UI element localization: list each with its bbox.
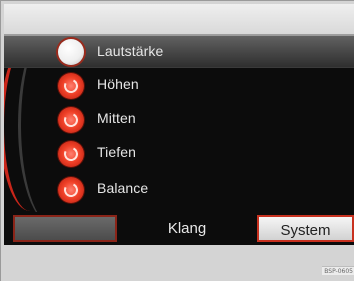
tab-system[interactable]: System xyxy=(257,215,354,242)
tab-klang[interactable]: Klang xyxy=(124,215,250,242)
menu-item-label: Tiefen xyxy=(97,144,136,160)
menu-item-label: Lautstärke xyxy=(97,43,164,59)
menu-item-label: Balance xyxy=(97,180,149,196)
knob-icon xyxy=(58,39,84,65)
knob-icon xyxy=(58,107,84,133)
menu-item-label: Mitten xyxy=(97,110,136,126)
menu-item-balance[interactable]: Balance xyxy=(4,173,354,206)
top-status-bar xyxy=(4,4,354,35)
footer-frame xyxy=(4,245,354,281)
radio-screen: Lautstärke Höhen Mitten Tiefen Balance K… xyxy=(0,0,354,281)
menu-item-label: Höhen xyxy=(97,76,139,92)
menu-item-hoehen[interactable]: Höhen xyxy=(4,69,354,102)
tab-empty[interactable] xyxy=(13,215,117,242)
menu-item-lautstaerke[interactable]: Lautstärke xyxy=(4,35,354,68)
image-code-label: BSP-0605 xyxy=(322,266,354,275)
bottom-tab-bar: Klang System xyxy=(4,212,354,245)
knob-icon xyxy=(58,141,84,167)
menu-item-tiefen[interactable]: Tiefen xyxy=(4,137,354,170)
knob-icon xyxy=(58,177,84,203)
knob-icon xyxy=(58,73,84,99)
menu-item-mitten[interactable]: Mitten xyxy=(4,103,354,136)
sound-settings-panel: Lautstärke Höhen Mitten Tiefen Balance xyxy=(4,35,354,212)
